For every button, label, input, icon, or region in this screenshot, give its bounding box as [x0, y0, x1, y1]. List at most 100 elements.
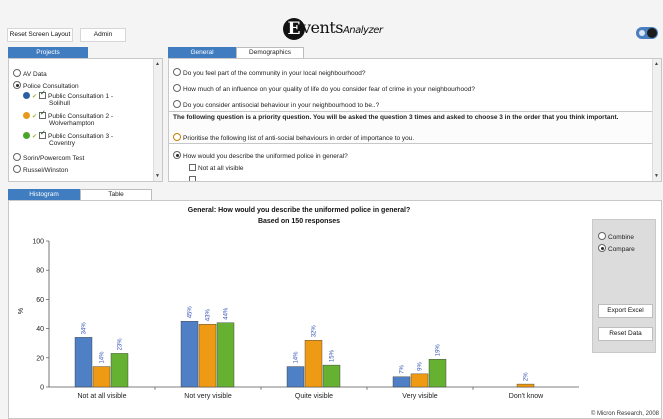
- radio-checked-icon[interactable]: [173, 151, 181, 159]
- scroll-down-icon[interactable]: ▼: [155, 173, 160, 179]
- bar: [516, 383, 535, 388]
- y-tick-label: 20: [36, 355, 44, 362]
- histogram-chart: General: How would you describe the unif…: [18, 207, 579, 400]
- data-label: 2%: [524, 372, 530, 381]
- toggle-knob: [647, 28, 657, 38]
- chart-subtitle: Based on 150 responses: [258, 218, 340, 225]
- results-section: Histogram Table General: How would you d…: [8, 189, 662, 419]
- question-item-selected[interactable]: How would you describe the uniformed pol…: [173, 151, 348, 161]
- check-mark-icon: ✔: [32, 114, 38, 120]
- scroll-up-icon[interactable]: ▲: [155, 61, 160, 67]
- checkbox-icon[interactable]: [39, 110, 47, 119]
- questions-scrollbar[interactable]: ▲ ▼: [652, 59, 661, 181]
- checkbox-icon[interactable]: [39, 130, 47, 139]
- projects-panel: Projects AV Data Police Consultation ✔Pu…: [8, 47, 163, 182]
- scroll-up-icon[interactable]: ▲: [654, 61, 659, 67]
- copyright-footer: © Micron Research, 2008: [590, 411, 659, 417]
- x-category-label: Don't know: [509, 393, 544, 400]
- data-label: 9%: [418, 362, 424, 371]
- plot-area: 0 20 40 60 80 100 34% 14% 23% Not at all visible 4…: [32, 239, 579, 400]
- radio-icon[interactable]: [13, 165, 21, 173]
- chart-title: General: How would you describe the unif…: [188, 207, 410, 214]
- y-tick-label: 100: [32, 239, 44, 246]
- project-item-av-data[interactable]: AV Data: [13, 69, 47, 79]
- bar: [392, 376, 411, 388]
- radio-icon[interactable]: [173, 84, 181, 92]
- bar: [198, 324, 217, 388]
- bar: [110, 353, 129, 388]
- radio-icon[interactable]: [173, 133, 181, 141]
- logo-text: ventsAnalyzer: [302, 18, 383, 37]
- questions-list: Do you feel part of the community in you…: [168, 58, 662, 182]
- project-item-sorin[interactable]: Sorin/Powercom Test: [13, 153, 84, 163]
- project-item-russel[interactable]: Russel/Winston: [13, 165, 68, 175]
- compare-option[interactable]: Compare: [598, 244, 635, 253]
- radio-checked-icon[interactable]: [598, 244, 606, 252]
- reset-screen-layout-button[interactable]: Reset Screen Layout: [7, 28, 73, 42]
- data-label: 34%: [82, 322, 88, 335]
- radio-checked-icon[interactable]: [13, 81, 21, 89]
- orange-dot-icon: [23, 112, 30, 119]
- scroll-down-icon[interactable]: ▼: [654, 173, 659, 179]
- answer-option[interactable]: Not at all visible: [189, 164, 244, 173]
- y-tick-label: 0: [40, 385, 44, 392]
- tab-histogram[interactable]: Histogram: [8, 189, 80, 200]
- projects-list: AV Data Police Consultation ✔Public Cons…: [8, 58, 163, 182]
- bar: [286, 366, 305, 388]
- priority-question-block: The following question is a priority que…: [169, 111, 653, 144]
- priority-question-item[interactable]: Prioritise the following list of anti-so…: [173, 133, 414, 142]
- blue-dot-icon: [23, 92, 30, 99]
- x-category-label: Very visible: [402, 393, 438, 400]
- combine-option[interactable]: Combine: [598, 232, 634, 241]
- bar: [322, 364, 341, 388]
- data-label: 15%: [330, 349, 336, 362]
- radio-icon[interactable]: [598, 232, 606, 240]
- bar: [180, 321, 199, 388]
- projects-scrollbar[interactable]: ▲ ▼: [153, 59, 162, 181]
- bar: [92, 366, 111, 388]
- check-mark-icon: ✔: [32, 134, 38, 140]
- data-label: 7%: [400, 364, 406, 373]
- events-analyzer-window: Reset Screen Layout Admin E ventsAnalyze…: [0, 0, 663, 419]
- bar: [216, 322, 235, 388]
- tab-demographics[interactable]: Demographics: [236, 47, 304, 58]
- radio-icon[interactable]: [13, 153, 21, 161]
- check-mark-icon: ✔: [32, 94, 38, 100]
- export-excel-button[interactable]: Export Excel: [598, 304, 653, 318]
- answer-option-partial[interactable]: [189, 176, 198, 181]
- x-category-label: Not at all visible: [77, 393, 126, 400]
- tab-general[interactable]: General: [168, 47, 236, 58]
- green-dot-icon: [23, 132, 30, 139]
- x-category-label: Quite visible: [295, 393, 333, 400]
- reset-data-button[interactable]: Reset Data: [598, 327, 653, 341]
- radio-icon[interactable]: [13, 69, 21, 77]
- question-item[interactable]: Do you consider antisocial behaviour in …: [173, 100, 379, 110]
- radio-icon[interactable]: [173, 68, 181, 76]
- admin-button[interactable]: Admin: [80, 28, 126, 42]
- tab-projects[interactable]: Projects: [8, 47, 88, 58]
- question-item[interactable]: Do you feel part of the community in you…: [173, 68, 365, 78]
- checkbox-icon[interactable]: [189, 164, 196, 171]
- data-label: 23%: [118, 338, 124, 351]
- checkbox-icon[interactable]: [39, 90, 47, 99]
- toggle-dot: [639, 30, 645, 36]
- questions-panel: General Demographics Do you feel part of…: [168, 47, 662, 182]
- tab-table[interactable]: Table: [80, 189, 152, 200]
- sub-item-label-line2: Coventry: [49, 140, 76, 147]
- sub-item-label-line2: Solihull: [49, 100, 70, 107]
- data-label: 45%: [188, 306, 194, 319]
- toggle-switch[interactable]: [636, 27, 658, 39]
- bar: [410, 373, 429, 388]
- data-label: 14%: [100, 351, 106, 364]
- bar: [428, 359, 447, 388]
- data-label: 32%: [312, 325, 318, 338]
- checkbox-icon[interactable]: [189, 176, 196, 181]
- bar: [304, 340, 323, 388]
- question-item[interactable]: How much of an influence on your quality…: [173, 84, 475, 94]
- data-label: 19%: [436, 344, 442, 357]
- priority-heading: The following question is a priority que…: [173, 114, 619, 121]
- y-tick-label: 80: [36, 268, 44, 275]
- data-label: 44%: [224, 307, 230, 320]
- y-tick-label: 40: [36, 326, 44, 333]
- radio-icon[interactable]: [173, 100, 181, 108]
